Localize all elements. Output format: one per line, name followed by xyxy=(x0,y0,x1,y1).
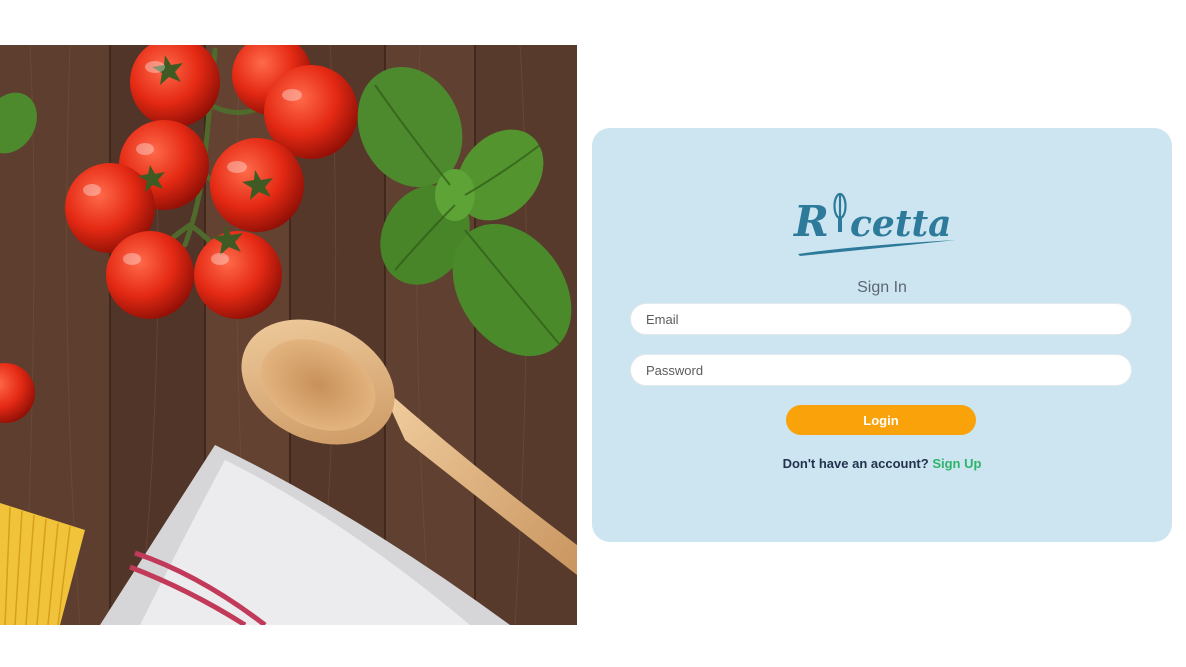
signup-prompt: Don't have an account? Sign Up xyxy=(592,456,1172,471)
signup-prompt-text: Don't have an account? xyxy=(782,456,929,471)
signin-title: Sign In xyxy=(857,279,907,296)
login-button[interactable]: Login xyxy=(786,405,976,435)
hero-food-photo xyxy=(0,45,577,625)
signup-link[interactable]: Sign Up xyxy=(932,456,981,471)
svg-text:cetta: cetta xyxy=(850,203,951,245)
email-input[interactable] xyxy=(630,303,1132,335)
login-card: R cetta Sign In Login Don't have an acco… xyxy=(592,128,1172,542)
password-input[interactable] xyxy=(630,354,1132,386)
ricetta-logo: R cetta xyxy=(790,188,980,260)
svg-text:R: R xyxy=(793,197,829,246)
